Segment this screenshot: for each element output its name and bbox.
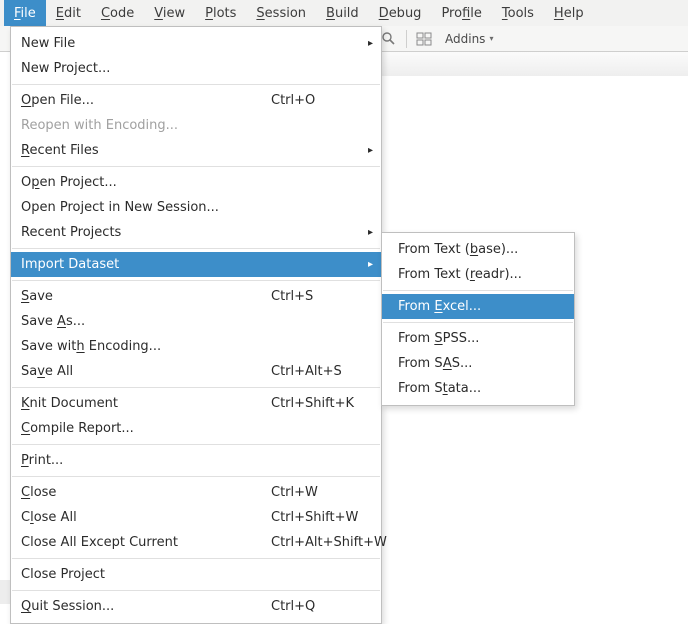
menuitem-reopen-encoding: Reopen with Encoding...	[11, 113, 381, 138]
toolbar-separator	[406, 30, 407, 48]
shortcut-label: Ctrl+O	[271, 93, 371, 108]
menu-separator	[383, 322, 573, 323]
menuitem-open-project-new-session[interactable]: Open Project in New Session...	[11, 195, 381, 220]
addins-label: Addins	[445, 32, 485, 46]
menuitem-recent-files[interactable]: Recent Files ▸	[11, 138, 381, 163]
chevron-right-icon: ▸	[368, 145, 373, 156]
shortcut-label: Ctrl+Q	[271, 599, 371, 614]
menu-view[interactable]: View	[144, 0, 195, 26]
menuitem-print[interactable]: Print...	[11, 448, 381, 473]
menu-session[interactable]: Session	[246, 0, 316, 26]
menuitem-save-all[interactable]: Save All Ctrl+Alt+S	[11, 359, 381, 384]
shortcut-label: Ctrl+S	[271, 289, 371, 304]
menu-separator	[12, 248, 380, 249]
menu-separator	[12, 84, 380, 85]
menu-debug[interactable]: Debug	[369, 0, 432, 26]
menu-help[interactable]: Help	[544, 0, 594, 26]
menu-separator	[12, 476, 380, 477]
menuitem-save[interactable]: Save Ctrl+S	[11, 284, 381, 309]
shortcut-label: Ctrl+W	[271, 485, 371, 500]
menu-plots[interactable]: Plots	[195, 0, 246, 26]
menuitem-save-with-encoding[interactable]: Save with Encoding...	[11, 334, 381, 359]
menuitem-import-dataset[interactable]: Import Dataset ▸	[11, 252, 381, 277]
submenu-from-spss[interactable]: From SPSS...	[382, 326, 574, 351]
chevron-right-icon: ▸	[368, 38, 373, 49]
tab-strip	[380, 52, 688, 77]
menu-separator	[383, 290, 573, 291]
submenu-from-stata[interactable]: From Stata...	[382, 376, 574, 401]
menu-separator	[12, 590, 380, 591]
menu-tools[interactable]: Tools	[492, 0, 544, 26]
chevron-down-icon: ▾	[489, 34, 493, 43]
menu-edit[interactable]: Edit	[46, 0, 91, 26]
panes-icon[interactable]	[415, 30, 433, 48]
menuitem-save-as[interactable]: Save As...	[11, 309, 381, 334]
shortcut-label: Ctrl+Shift+K	[271, 396, 371, 411]
menu-separator	[12, 166, 380, 167]
go-to-function-icon[interactable]	[380, 30, 398, 48]
menu-separator	[12, 280, 380, 281]
submenu-from-sas[interactable]: From SAS...	[382, 351, 574, 376]
menuitem-recent-projects[interactable]: Recent Projects ▸	[11, 220, 381, 245]
menuitem-close-project[interactable]: Close Project	[11, 562, 381, 587]
chevron-right-icon: ▸	[368, 227, 373, 238]
menuitem-close-all-except-current[interactable]: Close All Except Current Ctrl+Alt+Shift+…	[11, 530, 381, 555]
shortcut-label: Ctrl+Shift+W	[271, 510, 371, 525]
shortcut-label: Ctrl+Alt+Shift+W	[271, 535, 371, 550]
shortcut-label: Ctrl+Alt+S	[271, 364, 371, 379]
submenu-from-text-base[interactable]: From Text (base)...	[382, 237, 574, 262]
addins-dropdown[interactable]: Addins ▾	[439, 31, 499, 47]
menu-separator	[12, 558, 380, 559]
file-dropdown: New File ▸ New Project... Open File... C…	[10, 26, 382, 624]
menuitem-close-all[interactable]: Close All Ctrl+Shift+W	[11, 505, 381, 530]
menu-build[interactable]: Build	[316, 0, 369, 26]
submenu-from-text-readr[interactable]: From Text (readr)...	[382, 262, 574, 287]
menuitem-open-project[interactable]: Open Project...	[11, 170, 381, 195]
import-dataset-submenu: From Text (base)... From Text (readr)...…	[381, 232, 575, 406]
menuitem-open-file[interactable]: Open File... Ctrl+O	[11, 88, 381, 113]
menu-file[interactable]: File	[4, 0, 46, 26]
menuitem-quit-session[interactable]: Quit Session... Ctrl+Q	[11, 594, 381, 619]
menu-code[interactable]: Code	[91, 0, 144, 26]
menuitem-close[interactable]: Close Ctrl+W	[11, 480, 381, 505]
menuitem-new-file[interactable]: New File ▸	[11, 31, 381, 56]
menu-separator	[12, 444, 380, 445]
menuitem-compile-report[interactable]: Compile Report...	[11, 416, 381, 441]
menu-separator	[12, 387, 380, 388]
submenu-from-excel[interactable]: From Excel...	[382, 294, 574, 319]
chevron-right-icon: ▸	[368, 259, 373, 270]
menu-bar: File Edit Code View Plots Session Build …	[0, 0, 688, 27]
menu-profile[interactable]: Profile	[431, 0, 491, 26]
menuitem-new-project[interactable]: New Project...	[11, 56, 381, 81]
menuitem-knit-document[interactable]: Knit Document Ctrl+Shift+K	[11, 391, 381, 416]
